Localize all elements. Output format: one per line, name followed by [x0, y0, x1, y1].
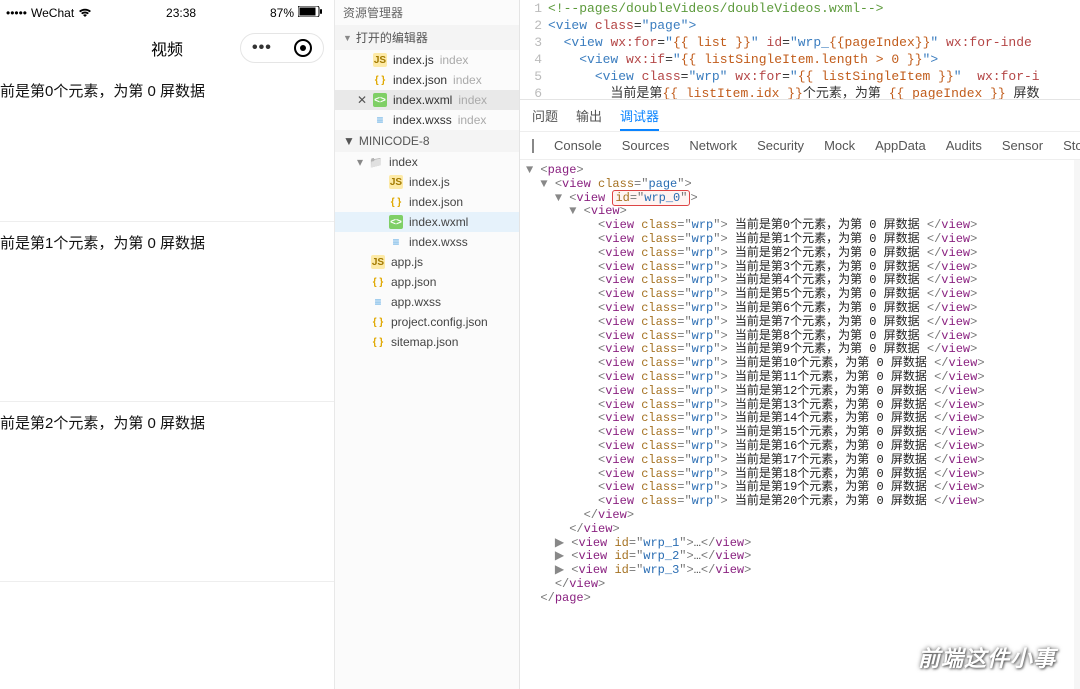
- wxml-file-icon: <>: [373, 93, 387, 107]
- file-tree-item[interactable]: index.json: [335, 192, 519, 212]
- file-name: index.js: [393, 53, 434, 67]
- js-file-icon: JS: [373, 53, 387, 67]
- tab-audits[interactable]: Audits: [946, 138, 982, 153]
- file-tree-item[interactable]: sitemap.json: [335, 332, 519, 352]
- tab-mock[interactable]: Mock: [824, 138, 855, 153]
- carrier-label: WeChat: [31, 6, 74, 20]
- open-editor-item[interactable]: ✕ <> index.wxml index: [335, 90, 519, 110]
- dom-inspector[interactable]: ▼ <page> ▼ <view class="page"> ▼ <view i…: [520, 160, 1080, 689]
- open-editor-item[interactable]: ✕ index.wxss index: [335, 110, 519, 130]
- page-title: 视频: [151, 36, 183, 60]
- tab-output[interactable]: 输出: [576, 106, 602, 125]
- explorer-panel: 资源管理器 ▼ 打开的编辑器 ✕ JS index.js index✕ inde…: [335, 0, 520, 689]
- file-name: sitemap.json: [391, 335, 458, 349]
- wifi-icon: [78, 8, 92, 18]
- file-dir: index: [458, 93, 487, 107]
- folder-file-icon: [369, 155, 383, 169]
- status-bar: ••••• WeChat 23:38 87%: [0, 0, 334, 26]
- capsule-button[interactable]: •••: [240, 33, 324, 63]
- wxss-file-icon: [389, 235, 403, 249]
- file-tree-item[interactable]: ▾ index: [335, 152, 519, 172]
- tab-appdata[interactable]: AppData: [875, 138, 926, 153]
- explorer-title: 资源管理器: [335, 0, 519, 25]
- tab-security[interactable]: Security: [757, 138, 804, 153]
- js-file-icon: JS: [371, 255, 385, 269]
- file-name: index: [389, 155, 418, 169]
- json-file-icon: [371, 275, 385, 289]
- battery-pct: 87%: [270, 6, 294, 20]
- file-tree-item[interactable]: JS app.js: [335, 252, 519, 272]
- capsule-close-icon[interactable]: [294, 39, 312, 57]
- chevron-down-icon: ▼: [343, 134, 355, 148]
- file-tree-item[interactable]: JS index.js: [335, 172, 519, 192]
- file-name: index.wxss: [409, 235, 468, 249]
- json-file-icon: [373, 73, 387, 87]
- simulator-content[interactable]: 前是第0个元素，为第 0 屏数据 前是第1个元素，为第 0 屏数据 前是第2个元…: [0, 70, 334, 689]
- tab-problems[interactable]: 问题: [532, 106, 558, 125]
- tab-network[interactable]: Network: [689, 138, 737, 153]
- chevron-down-icon: ▼: [343, 33, 352, 43]
- file-name: index.wxss: [393, 113, 452, 127]
- list-item: 前是第2个元素，为第 0 屏数据: [0, 402, 334, 582]
- file-tree-item[interactable]: <> index.wxml: [335, 212, 519, 232]
- capsule-menu-icon[interactable]: •••: [252, 39, 272, 57]
- file-dir: index: [440, 53, 469, 67]
- tab-sensor[interactable]: Sensor: [1002, 138, 1043, 153]
- battery-icon: [298, 6, 322, 20]
- wxss-file-icon: [371, 295, 385, 309]
- file-dir: index: [453, 73, 482, 87]
- bottom-panel-tabs: 问题 输出 调试器: [520, 100, 1080, 132]
- open-editor-item[interactable]: ✕ index.json index: [335, 70, 519, 90]
- file-name: app.json: [391, 275, 436, 289]
- tab-storage[interactable]: Stora: [1063, 138, 1080, 153]
- file-tree-item[interactable]: index.wxss: [335, 232, 519, 252]
- file-name: project.config.json: [391, 315, 488, 329]
- file-name: index.js: [409, 175, 450, 189]
- simulator-panel: ••••• WeChat 23:38 87% 视频 ••• 前是第0个元素，为第…: [0, 0, 335, 689]
- editor-debugger-panel: 123456 <!--pages/doubleVideos/doubleVide…: [520, 0, 1080, 689]
- simulator-navbar: 视频 •••: [0, 26, 334, 70]
- list-item: 前是第0个元素，为第 0 屏数据: [0, 70, 334, 222]
- wxml-file-icon: <>: [389, 215, 403, 229]
- file-tree-item[interactable]: app.wxss: [335, 292, 519, 312]
- file-dir: index: [458, 113, 487, 127]
- file-name: index.json: [409, 195, 463, 209]
- close-icon[interactable]: ✕: [357, 93, 367, 107]
- list-item: 前是第1个元素，为第 0 屏数据: [0, 222, 334, 402]
- file-name: index.wxml: [409, 215, 468, 229]
- file-tree-item[interactable]: project.config.json: [335, 312, 519, 332]
- code-editor[interactable]: 123456 <!--pages/doubleVideos/doubleVide…: [520, 0, 1080, 100]
- file-tree-item[interactable]: app.json: [335, 272, 519, 292]
- json-file-icon: [371, 335, 385, 349]
- open-editors-section[interactable]: ▼ 打开的编辑器: [335, 25, 519, 50]
- devtools-tabs: Console Sources Network Security Mock Ap…: [520, 132, 1080, 160]
- tab-console[interactable]: Console: [554, 138, 602, 153]
- styles-sidebar[interactable]: [1074, 160, 1080, 689]
- file-name: app.wxss: [391, 295, 441, 309]
- js-file-icon: JS: [389, 175, 403, 189]
- element-picker-icon[interactable]: [532, 139, 534, 153]
- status-time: 23:38: [166, 6, 196, 20]
- project-section[interactable]: ▼ MINICODE-8: [335, 130, 519, 152]
- chevron-down-icon: ▾: [357, 155, 363, 169]
- file-name: index.json: [393, 73, 447, 87]
- signal-icon: •••••: [6, 6, 27, 20]
- wxss-file-icon: [373, 113, 387, 127]
- json-file-icon: [371, 315, 385, 329]
- tab-debugger[interactable]: 调试器: [620, 106, 659, 131]
- open-editor-item[interactable]: ✕ JS index.js index: [335, 50, 519, 70]
- tab-sources[interactable]: Sources: [622, 138, 670, 153]
- json-file-icon: [389, 195, 403, 209]
- file-name: index.wxml: [393, 93, 452, 107]
- file-name: app.js: [391, 255, 423, 269]
